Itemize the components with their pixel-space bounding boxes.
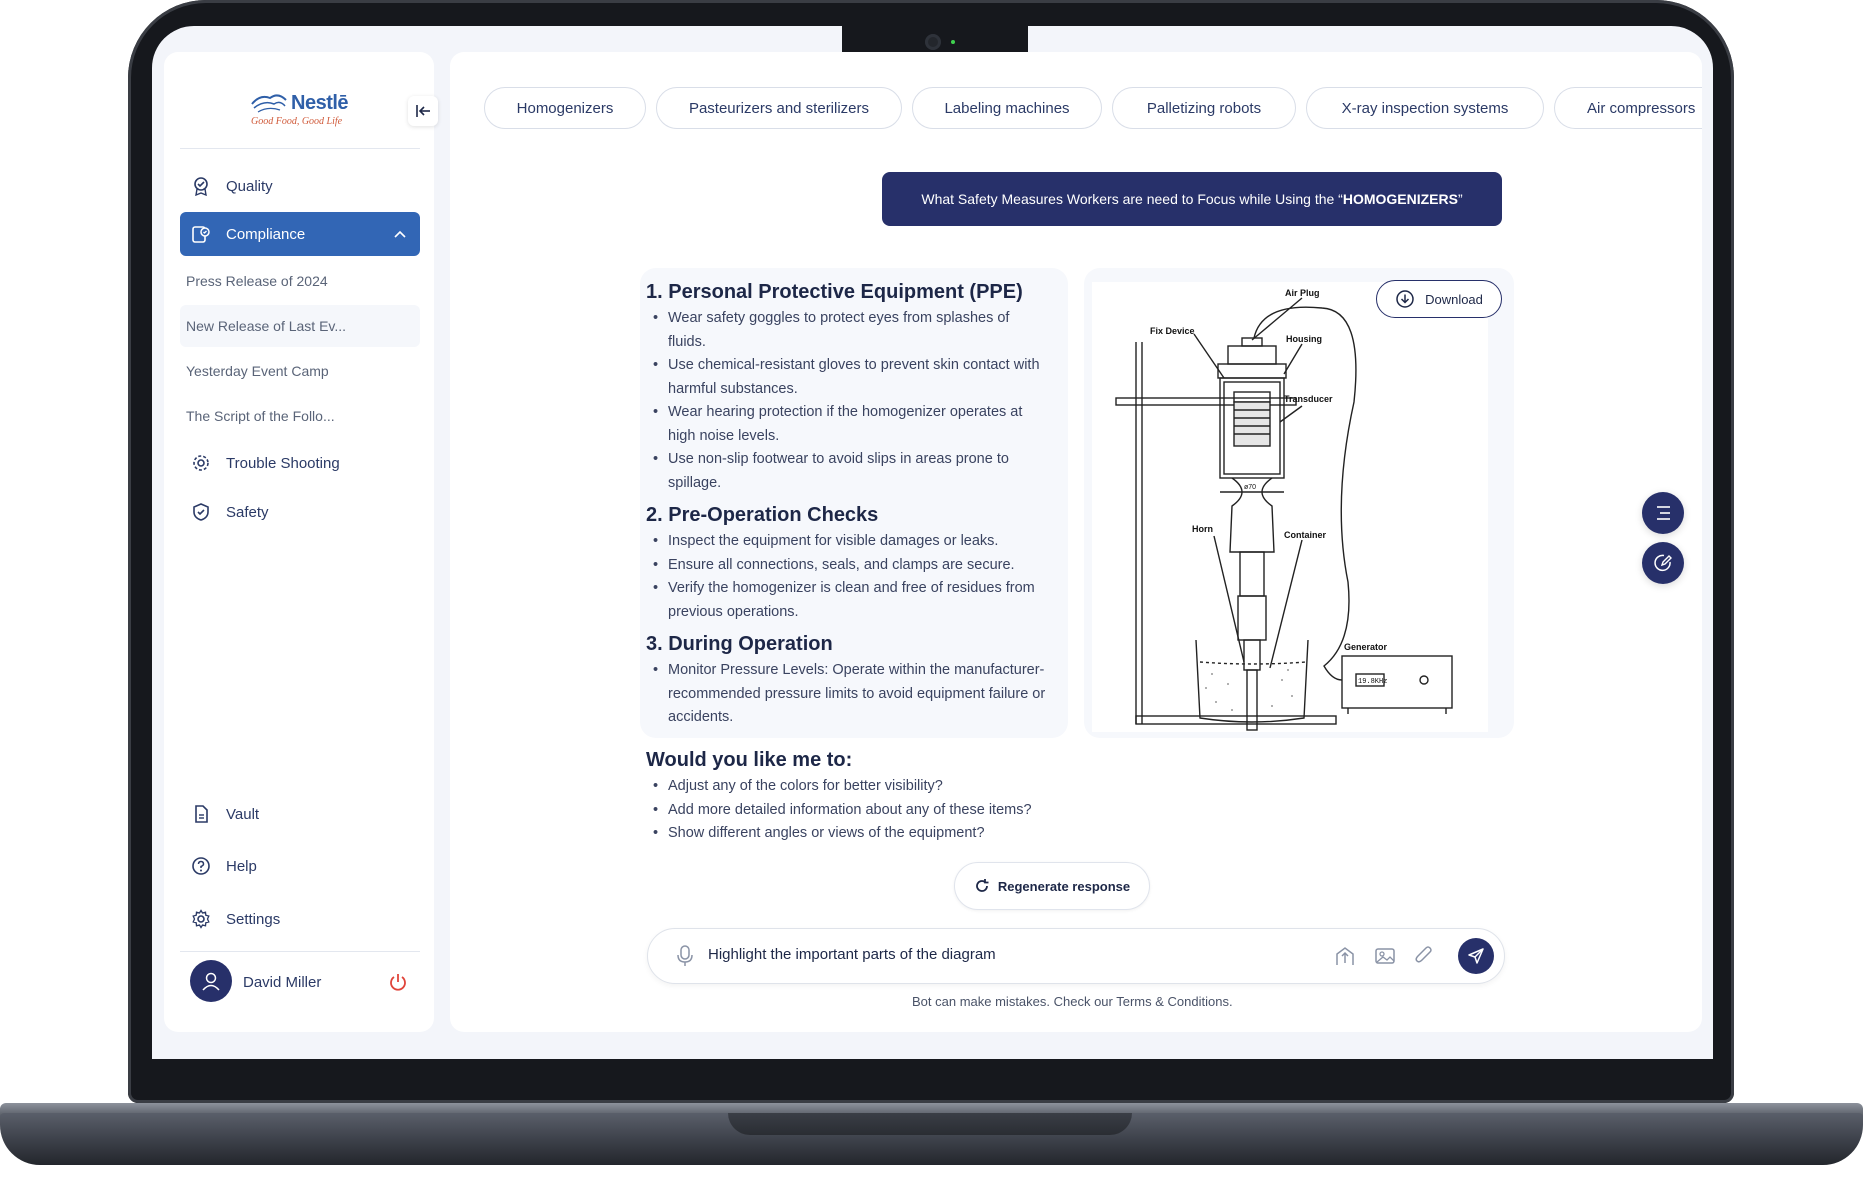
sidebar-item-label: Safety [226, 503, 269, 521]
sidebar-item-quality[interactable]: Quality [180, 165, 420, 207]
liquid-dots [1205, 669, 1293, 711]
answer-section-title: 3. During Operation [646, 633, 833, 655]
answer-list-item: Use non-slip footwear to avoid slips in … [646, 448, 1050, 495]
collapse-sidebar-button[interactable] [408, 96, 438, 126]
answer-list-item: Verify the homogenizer is clean and free… [646, 577, 1050, 624]
sidebar-item-vault[interactable]: Vault [180, 793, 420, 835]
user-name: David Miller [243, 974, 322, 991]
query-highlight: HOMOGENIZERS [1342, 191, 1458, 207]
sidebar-subitem[interactable]: Press Release of 2024 [180, 260, 420, 302]
send-button[interactable] [1458, 938, 1494, 974]
download-icon [1396, 290, 1414, 308]
document-icon [190, 803, 212, 825]
sidebar-item-label: Trouble Shooting [226, 454, 340, 472]
sidebar-item-settings[interactable]: Settings [180, 898, 420, 940]
refresh-icon [975, 879, 989, 892]
chip-labeling-machines[interactable]: Labeling machines [912, 87, 1102, 129]
sidebar-item-safety[interactable]: Safety [180, 491, 420, 533]
query-text: What Safety Measures Workers are need to… [921, 191, 1343, 207]
chip-palletizing-robots[interactable]: Palletizing robots [1112, 87, 1296, 129]
download-label: Download [1425, 291, 1483, 307]
diagram-label-housing: Housing [1286, 334, 1322, 344]
image-upload-icon[interactable] [1374, 945, 1396, 967]
followup-item[interactable]: Add more detailed information about any … [646, 799, 1106, 823]
chevron-up-icon [394, 230, 406, 238]
followup-title: Would you like me to: [646, 749, 853, 771]
sidebar-item-label: Settings [226, 910, 281, 928]
attachment-icon[interactable] [1414, 945, 1434, 967]
chip-homogenizers[interactable]: Homogenizers [484, 87, 646, 129]
sidebar-item-compliance[interactable]: Compliance [180, 212, 420, 256]
homogenizer-diagram: Air Plug Fix Device Housing Transducer H… [1092, 282, 1488, 732]
sidebar-item-label: Help [226, 857, 257, 875]
menu-fab-button[interactable] [1642, 492, 1684, 534]
nestle-bird-nest-icon [251, 94, 287, 113]
prompt-boost-icon[interactable] [1334, 945, 1356, 967]
download-button[interactable]: Download [1376, 280, 1502, 318]
sidebar-divider [180, 951, 420, 952]
answer-list-item: Wear hearing protection if the homogeniz… [646, 401, 1050, 448]
sidebar-subitem[interactable]: The Script of the Follo... [180, 395, 420, 437]
followup-item[interactable]: Adjust any of the colors for better visi… [646, 775, 1106, 799]
new-chat-fab-button[interactable] [1642, 542, 1684, 584]
answer-section-title: 2. Pre-Operation Checks [646, 504, 879, 526]
user-icon [202, 972, 220, 991]
menu-lines-icon [1657, 506, 1670, 520]
logout-power-icon[interactable] [388, 972, 408, 992]
sidebar-item-label: Vault [226, 805, 260, 823]
chip-pasteurizers[interactable]: Pasteurizers and sterilizers [656, 87, 902, 129]
collapse-left-icon [416, 105, 430, 117]
microphone-icon[interactable] [676, 944, 694, 968]
sidebar-item-label: Quality [226, 177, 273, 195]
send-icon [1468, 948, 1484, 964]
settings-icon [190, 908, 212, 930]
user-query-bubble: What Safety Measures Workers are need to… [882, 172, 1502, 226]
diagram-readout: 19.8KHz [1358, 678, 1387, 686]
followup-item[interactable]: Show different angles or views of the eq… [646, 822, 1106, 846]
sidebar-divider [180, 148, 420, 149]
query-suffix: ” [1457, 191, 1463, 207]
laptop-opening-groove [728, 1113, 1132, 1135]
brand-tagline: Good Food, Good Life [251, 116, 343, 127]
badge-icon [190, 175, 212, 197]
avatar[interactable] [190, 960, 232, 1002]
sidebar-item-help[interactable]: Help [180, 845, 420, 887]
compliance-icon [190, 223, 212, 245]
sidebar-subitem[interactable]: New Release of Last Ev... [180, 305, 420, 347]
answer-list-item: Wear safety goggles to protect eyes from… [646, 307, 1050, 354]
gear-icon [190, 452, 212, 474]
chip-air-compressors[interactable]: Air compressors [1554, 87, 1702, 129]
regenerate-button[interactable]: Regenerate response [954, 862, 1150, 910]
diagram-label-generator: Generator [1344, 642, 1388, 652]
help-icon [190, 855, 212, 877]
answer-list-item: Use chemical-resistant gloves to prevent… [646, 354, 1050, 401]
sidebar-item-trouble-shooting[interactable]: Trouble Shooting [180, 442, 420, 484]
diagram-label-container: Container [1284, 530, 1327, 540]
diagram-label-horn: Horn [1192, 524, 1213, 534]
shield-icon [190, 501, 212, 523]
answer-list-item: Inspect the equipment for visible damage… [646, 530, 1050, 554]
regenerate-label: Regenerate response [997, 878, 1131, 894]
sidebar-subitem[interactable]: Yesterday Event Camp [180, 350, 420, 392]
sidebar-item-label: Compliance [226, 225, 306, 243]
chip-xray-inspection[interactable]: X-ray inspection systems [1306, 87, 1544, 129]
chat-input-field[interactable]: Highlight the important parts of the dia… [708, 946, 996, 963]
answer-list-item: Ensure all connections, seals, and clamp… [646, 554, 1050, 578]
brand-logo: Nestlē [291, 92, 349, 114]
diagram-label-fix-device: Fix Device [1150, 326, 1195, 336]
diagram-label-air-plug: Air Plug [1285, 288, 1320, 298]
diagram-dimension: ø70 [1244, 484, 1256, 491]
diagram-label-transducer: Transducer [1284, 394, 1333, 404]
camera-icon [925, 34, 941, 50]
camera-led [951, 40, 955, 44]
disclaimer-text: Bot can make mistakes. Check our Terms &… [912, 994, 1233, 1009]
answer-list-item: Monitor Pressure Levels: Operate within … [646, 659, 1050, 730]
edit-chat-icon [1654, 554, 1672, 572]
answer-section-title: 1. Personal Protective Equipment (PPE) [646, 281, 1023, 303]
